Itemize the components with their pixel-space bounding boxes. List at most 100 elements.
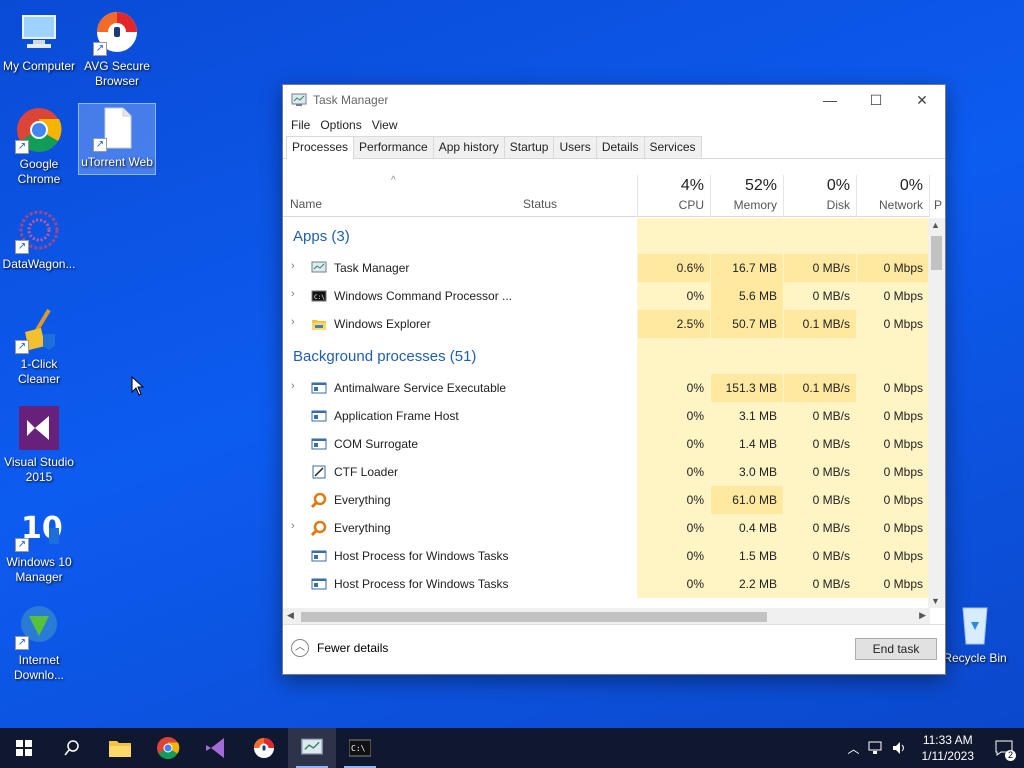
search-button[interactable] (48, 728, 96, 768)
scroll-thumb[interactable] (931, 236, 942, 270)
tab-startup[interactable]: Startup (503, 136, 555, 158)
visual-studio-icon (206, 738, 224, 758)
process-name: Host Process for Windows Tasks (334, 549, 509, 563)
column-status[interactable]: Status (523, 197, 557, 211)
menu-file[interactable]: File (286, 118, 315, 132)
process-name: CTF Loader (334, 465, 399, 479)
desktop-icon-utorrent-web[interactable]: ↗ uTorrent Web (78, 103, 156, 175)
ctf-icon (312, 465, 326, 479)
column-power-partial[interactable]: P (929, 175, 949, 217)
shortcut-arrow-icon: ↗ (15, 240, 29, 254)
desktop-icon-my-computer[interactable]: My Computer (1, 8, 77, 74)
expand-chevron-icon[interactable]: › (291, 260, 295, 272)
table-row[interactable]: › Windows Explorer 2.5% 50.7 MB 0.1 MB/s… (283, 310, 930, 338)
desktop-icon-internet-download-manager[interactable]: ↗ Internet Downlo... (1, 602, 77, 683)
tab-processes[interactable]: Processes (286, 136, 355, 159)
footer: ︿ Fewer details End task (283, 624, 945, 674)
disk-value: 0.1 MB/s (783, 310, 856, 338)
chevron-up-icon: ︿ (291, 639, 309, 657)
memory-value: 3.0 MB (710, 458, 783, 486)
memory-value: 2.2 MB (710, 570, 783, 598)
network-value: 0 Mbps (856, 514, 929, 542)
network-value: 0 Mbps (856, 542, 929, 570)
expand-chevron-icon[interactable]: › (291, 316, 295, 328)
process-name: Task Manager (334, 261, 410, 275)
scroll-right-icon[interactable]: ▶ (919, 610, 926, 621)
expand-chevron-icon[interactable]: › (291, 520, 295, 532)
desktop-icon-windows-10-manager[interactable]: 10 ↗ Windows 10 Manager (1, 504, 77, 585)
menu-options[interactable]: Options (315, 118, 366, 132)
memory-value: 5.6 MB (710, 282, 783, 310)
service-icon (311, 382, 327, 394)
volume-icon[interactable] (892, 741, 908, 755)
table-row[interactable]: CTF Loader 0% 3.0 MB 0 MB/s 0 Mbps (283, 458, 930, 486)
column-memory[interactable]: 52% Memory (710, 175, 783, 217)
scroll-up-icon[interactable]: ▲ (931, 220, 940, 230)
network-total: 0% (899, 177, 923, 194)
process-name: COM Surrogate (334, 437, 419, 451)
table-row[interactable]: Host Process for Windows Tasks 0% 2.2 MB… (283, 570, 930, 598)
taskbar-chrome[interactable] (144, 728, 192, 768)
table-row[interactable]: Everything 0% 61.0 MB 0 MB/s 0 Mbps (283, 486, 930, 514)
table-row[interactable]: Host Process for Windows Tasks 0% 1.5 MB… (283, 542, 930, 570)
scroll-left-icon[interactable]: ◀ (287, 610, 294, 621)
desktop-icon-google-chrome[interactable]: ↗ Google Chrome (1, 106, 77, 187)
action-center-button[interactable]: 2 (984, 728, 1024, 768)
column-cpu[interactable]: 4% CPU (637, 175, 710, 217)
table-row[interactable]: › Antimalware Service Executable 0% 151.… (283, 374, 930, 402)
horizontal-scrollbar[interactable]: ◀ ▶ (283, 608, 930, 625)
network-icon[interactable] (868, 741, 884, 755)
maximize-button[interactable]: ☐ (853, 85, 899, 115)
column-disk[interactable]: 0% Disk (783, 175, 856, 217)
menu-view[interactable]: View (367, 118, 403, 132)
close-button[interactable]: ✕ (899, 85, 945, 115)
vertical-scrollbar[interactable]: ▲ ▼ (928, 218, 945, 608)
table-row[interactable]: › Everything 0% 0.4 MB 0 MB/s 0 Mbps (283, 514, 930, 542)
tab-performance[interactable]: Performance (353, 136, 434, 158)
cmd-icon: C:\ (349, 739, 371, 757)
avg-browser-icon: ↗ (93, 8, 141, 56)
desktop-icon-visual-studio-2015[interactable]: Visual Studio 2015 (1, 404, 77, 485)
power-label: P (934, 198, 943, 212)
column-name[interactable]: Name (290, 197, 322, 211)
end-task-button[interactable]: End task (855, 638, 937, 660)
memory-value: 151.3 MB (710, 374, 783, 402)
table-row[interactable]: › Task Manager 0.6% 16.7 MB 0 MB/s 0 Mbp… (283, 254, 930, 282)
expand-chevron-icon[interactable]: › (291, 380, 295, 392)
desktop-icon-avg-browser[interactable]: ↗ AVG Secure Browser (79, 8, 155, 89)
cpu-value: 0% (637, 282, 710, 310)
network-value: 0 Mbps (856, 374, 929, 402)
show-hidden-icons-chevron-icon[interactable]: ︿ (843, 740, 863, 757)
tab-app-history[interactable]: App history (432, 136, 505, 158)
table-row[interactable]: Application Frame Host 0% 3.1 MB 0 MB/s … (283, 402, 930, 430)
svg-text:C:\: C:\ (314, 294, 325, 301)
tab-services[interactable]: Services (643, 136, 702, 158)
desktop-icon-datawagon[interactable]: ↗ DataWagon... (1, 206, 77, 272)
minimize-button[interactable]: — (807, 85, 853, 115)
desktop-icon-recycle-bin[interactable]: Recycle Bin (937, 600, 1013, 666)
process-name: Windows Explorer (334, 317, 431, 331)
desktop-icon-label: uTorrent Web (81, 155, 153, 169)
service-icon (311, 438, 327, 450)
tab-users[interactable]: Users (553, 136, 597, 158)
table-row[interactable]: › C:\ Windows Command Processor ... 0% 5… (283, 282, 930, 310)
scroll-down-icon[interactable]: ▼ (931, 596, 940, 606)
desktop-icon-1-click-cleaner[interactable]: ↗ 1-Click Cleaner (1, 306, 77, 387)
title-bar[interactable]: Task Manager — ☐ ✕ (283, 85, 945, 115)
taskbar-file-explorer[interactable] (96, 728, 144, 768)
shortcut-arrow-icon: ↗ (15, 538, 29, 552)
network-value: 0 Mbps (856, 254, 929, 282)
table-row[interactable]: COM Surrogate 0% 1.4 MB 0 MB/s 0 Mbps (283, 430, 930, 458)
start-button[interactable] (0, 728, 48, 768)
taskbar-task-manager[interactable] (288, 728, 336, 768)
taskbar-visual-studio[interactable] (192, 728, 240, 768)
scroll-thumb[interactable] (301, 612, 767, 622)
expand-chevron-icon[interactable]: › (291, 288, 295, 300)
clock[interactable]: 11:33 AM 1/11/2023 (912, 732, 985, 764)
fewer-details-button[interactable]: ︿ Fewer details (291, 639, 388, 657)
taskbar-avg-browser[interactable] (240, 728, 288, 768)
broom-icon: ↗ (15, 306, 63, 354)
taskbar-command-prompt[interactable]: C:\ (336, 728, 384, 768)
column-network[interactable]: 0% Network (856, 175, 929, 217)
tab-details[interactable]: Details (595, 136, 645, 158)
